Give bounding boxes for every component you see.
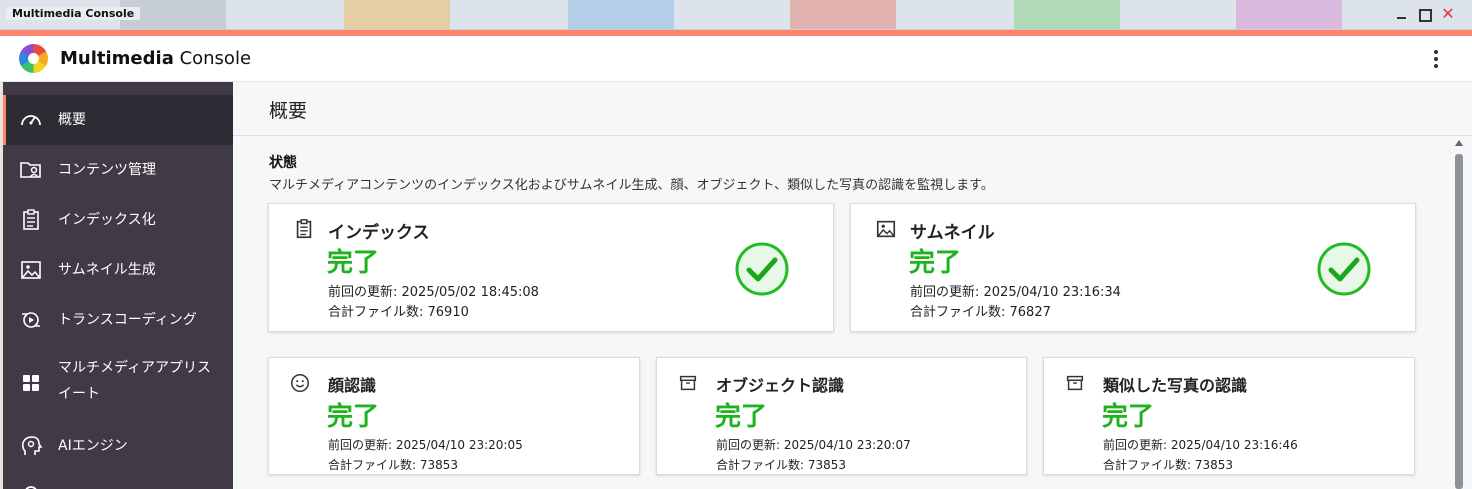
background-app-icon <box>568 0 674 29</box>
check-circle-icon <box>1317 242 1371 296</box>
last-update-text: 前回の更新: 2025/04/10 23:16:34 <box>910 285 1121 300</box>
check-circle-icon <box>735 242 789 296</box>
close-button[interactable]: ✕ <box>1440 6 1456 22</box>
apps-grid-icon <box>23 375 39 391</box>
kebab-menu-icon[interactable] <box>1428 48 1444 70</box>
status-text: 完了 <box>715 402 768 432</box>
background-app-icon <box>790 0 896 29</box>
sidebar-item-label: トランスコーディング <box>58 311 197 328</box>
sidebar-item-indexing[interactable]: インデックス化 <box>3 195 233 245</box>
page-title: 概要 <box>269 100 308 122</box>
archive-box-icon <box>1066 375 1084 391</box>
image-icon <box>876 220 896 238</box>
minimize-button[interactable] <box>1394 6 1410 22</box>
sidebar-item-label-line2: イート <box>58 386 100 402</box>
sidebar: 概要 コンテンツ管理 インデックス化 サムネイル生成 トランスコーディング マル… <box>0 82 233 489</box>
sidebar-item-more[interactable] <box>3 471 233 489</box>
card-title: インデックス <box>328 223 430 243</box>
section-description: マルチメディアコンテンツのインデックス化およびサムネイル生成、顔、オブジェクト、… <box>269 178 994 193</box>
sidebar-item-label: マルチメディアアプリス <box>58 360 212 376</box>
card-title: サムネイル <box>910 223 995 243</box>
card-title: オブジェクト認識 <box>716 376 845 395</box>
status-text: 完了 <box>327 248 380 278</box>
sidebar-item-label: 概要 <box>58 111 86 128</box>
settings-icon <box>25 486 37 489</box>
ai-head-icon <box>21 436 43 455</box>
app-title-bold: Multimedia <box>60 48 174 69</box>
status-card-thumbnail: サムネイル 完了 前回の更新: 2025/04/10 23:16:34 合計ファ… <box>850 203 1416 332</box>
sidebar-item-label: インデックス化 <box>58 211 156 228</box>
clipboard-icon <box>23 209 39 230</box>
status-card-face-recognition: 顔認識 完了 前回の更新: 2025/04/10 23:20:05 合計ファイル… <box>268 357 640 475</box>
transcode-icon <box>22 312 40 328</box>
status-card-object-recognition: オブジェクト認識 完了 前回の更新: 2025/04/10 23:20:07 合… <box>656 357 1027 475</box>
smiley-icon <box>291 374 309 392</box>
status-text: 完了 <box>909 248 962 278</box>
last-update-text: 前回の更新: 2025/04/10 23:20:05 <box>328 438 523 452</box>
gauge-icon <box>21 115 41 126</box>
sidebar-item-label: コンテンツ管理 <box>58 161 156 178</box>
app-title-rest: Console <box>173 48 252 69</box>
sidebar-item-content-management[interactable]: コンテンツ管理 <box>3 145 233 195</box>
app-header: Multimedia Console <box>0 36 1472 82</box>
clipboard-icon <box>296 219 312 239</box>
total-files-text: 合計ファイル数: 73853 <box>1103 458 1234 472</box>
status-text: 完了 <box>1102 402 1155 432</box>
sidebar-item-label: AIエンジン <box>58 437 128 454</box>
status-card-index: インデックス 完了 前回の更新: 2025/05/02 18:45:08 合計フ… <box>268 203 834 332</box>
archive-box-icon <box>679 375 697 391</box>
last-update-text: 前回の更新: 2025/04/10 23:20:07 <box>716 438 911 452</box>
total-files-text: 合計ファイル数: 76827 <box>910 305 1051 320</box>
scrollbar-thumb[interactable] <box>1455 154 1463 489</box>
sidebar-item-multimedia-app-suite[interactable]: マルチメディアアプリス イート <box>3 345 233 421</box>
sidebar-item-overview[interactable]: 概要 <box>3 95 233 145</box>
window-title: Multimedia Console <box>6 7 141 20</box>
background-app-icon <box>344 0 450 29</box>
status-card-similar-photo-recognition: 類似した写真の認識 完了 前回の更新: 2025/04/10 23:16:46 … <box>1043 357 1415 475</box>
sidebar-item-label: サムネイル生成 <box>58 261 156 278</box>
total-files-text: 合計ファイル数: 73853 <box>716 458 847 472</box>
scroll-up-arrow-icon[interactable] <box>1455 140 1463 146</box>
card-title: 類似した写真の認識 <box>1103 376 1248 395</box>
folder-user-icon <box>20 162 41 178</box>
sidebar-item-thumbnail[interactable]: サムネイル生成 <box>3 245 233 295</box>
section-title: 状態 <box>269 155 297 171</box>
total-files-text: 合計ファイル数: 73853 <box>328 458 459 472</box>
background-app-icon <box>1014 0 1120 29</box>
divider <box>233 135 1472 136</box>
image-icon <box>21 261 41 279</box>
maximize-button[interactable] <box>1417 6 1433 22</box>
multimedia-console-logo-icon <box>19 44 48 73</box>
total-files-text: 合計ファイル数: 76910 <box>328 305 469 320</box>
card-title: 顔認識 <box>328 376 377 395</box>
status-text: 完了 <box>327 402 380 432</box>
sidebar-item-ai-engine[interactable]: AIエンジン <box>3 421 233 471</box>
app-title: Multimedia Console <box>60 48 251 69</box>
window-titlebar: Multimedia Console ✕ <box>0 0 1472 30</box>
last-update-text: 前回の更新: 2025/04/10 23:16:46 <box>1103 438 1298 452</box>
background-app-icon <box>1236 0 1342 29</box>
sidebar-item-transcoding[interactable]: トランスコーディング <box>3 295 233 345</box>
last-update-text: 前回の更新: 2025/05/02 18:45:08 <box>328 285 539 300</box>
